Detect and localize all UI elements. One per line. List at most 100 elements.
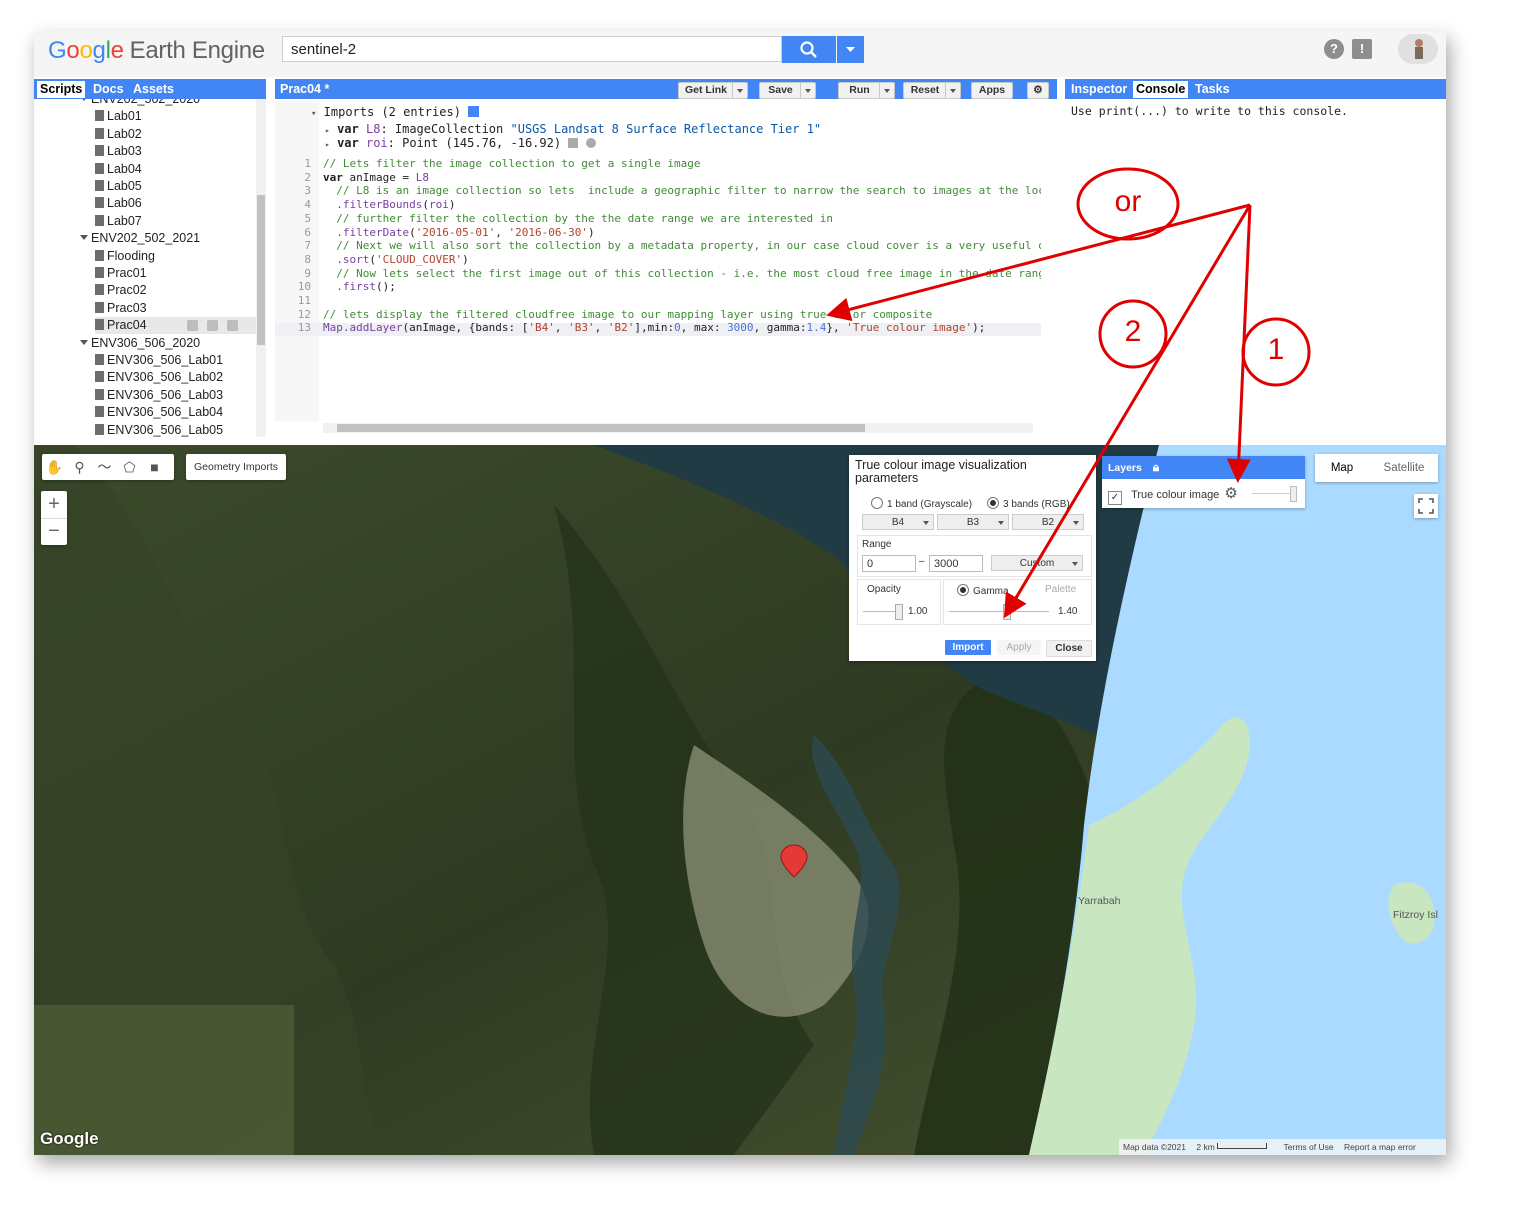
lock-icon[interactable]: 🔒︎ (1153, 460, 1159, 474)
chevron-down-icon[interactable] (879, 83, 894, 98)
gamma-slider-handle[interactable] (1003, 604, 1011, 620)
geometry-imports-button[interactable]: Geometry Imports (186, 454, 286, 480)
range-mode-select[interactable]: Custom (991, 555, 1083, 571)
fullscreen-button[interactable] (1414, 494, 1438, 518)
map-type-satellite[interactable]: Satellite (1370, 454, 1438, 482)
search-input[interactable]: sentinel-2 (282, 36, 782, 62)
app-logo[interactable]: Google Earth Engine (48, 37, 265, 65)
tree-folder[interactable]: ENV202_502_2020 (80, 99, 200, 108)
tree-scrollbar[interactable] (256, 99, 266, 437)
tree-scroll-thumb[interactable] (257, 195, 265, 345)
code-line[interactable]: .filterDate('2016-05-01', '2016-06-30') (323, 226, 1041, 239)
gamma-option[interactable]: Gamma (957, 584, 1009, 597)
rectangle-icon[interactable]: ■ (142, 454, 167, 480)
tree-file[interactable]: Lab01 (95, 108, 142, 125)
layer-checkbox[interactable]: ✓ (1108, 491, 1122, 505)
code-line[interactable]: // L8 is an image collection so lets inc… (323, 184, 1041, 197)
tab-console[interactable]: Console (1133, 81, 1189, 98)
history-icon[interactable] (187, 320, 198, 332)
import-delete-icon[interactable] (585, 138, 596, 148)
help-icon[interactable]: ? (1324, 39, 1344, 59)
tree-folder[interactable]: ENV202_502_2021 (80, 230, 200, 247)
band-green-select[interactable]: B3 (937, 514, 1009, 530)
pan-hand-icon[interactable]: ✋ (42, 454, 67, 480)
imports-header[interactable]: ▾ Imports (2 entries) (311, 105, 480, 119)
code-line[interactable]: // lets display the filtered cloudfree i… (323, 308, 1041, 321)
code-line[interactable]: // further filter the collection by the … (323, 212, 1041, 225)
gear-icon[interactable]: ⚙ (1027, 82, 1049, 99)
tree-file[interactable]: ENV306_506_Lab04 (95, 404, 223, 421)
code-line[interactable]: var anImage = L8 (323, 171, 1041, 184)
editor-hscroll-thumb[interactable] (337, 424, 865, 432)
tree-file[interactable]: Lab03 (95, 143, 142, 160)
tab-assets[interactable]: Assets (130, 81, 177, 98)
opacity-slider-handle[interactable] (895, 604, 903, 620)
range-max-input[interactable]: 3000 (929, 555, 983, 572)
tree-file[interactable]: Prac04 (95, 317, 256, 335)
imports-doc-icon[interactable] (468, 106, 480, 117)
band-red-select[interactable]: B4 (862, 514, 934, 530)
code-line[interactable]: .filterBounds(roi) (323, 198, 1041, 211)
import-roi[interactable]: ▸ var roi: Point (145.76, -16.92) (325, 136, 596, 150)
tree-file[interactable]: Lab07 (95, 213, 142, 230)
gamma-slider[interactable] (949, 611, 1049, 612)
tree-file[interactable]: ENV306_506_Lab05 (95, 422, 223, 437)
tree-folder[interactable]: ENV306_506_2020 (80, 335, 200, 352)
map-view[interactable]: ✋ ⚲ 〜 ⬠ ■ Geometry Imports + − True colour i… (34, 445, 1446, 1155)
gear-icon[interactable]: ⚙ (1224, 485, 1237, 502)
report-error-link[interactable]: Report a map error (1344, 1142, 1416, 1152)
import-l8[interactable]: ▸ var L8: ImageCollection "USGS Landsat … (325, 122, 821, 136)
code-line[interactable]: // Next we will also sort the collection… (323, 239, 1041, 252)
radio-button[interactable] (871, 497, 883, 509)
reset-button[interactable]: Reset (903, 82, 961, 99)
marker-icon[interactable]: ⚲ (67, 454, 92, 480)
layer-opacity-slider[interactable] (1252, 493, 1294, 494)
band-blue-select[interactable]: B2 (1012, 514, 1084, 530)
code-line[interactable]: Map.addLayer(anImage, {bands: ['B4', 'B3… (323, 321, 1041, 334)
tab-docs[interactable]: Docs (90, 81, 127, 98)
polygon-icon[interactable]: ⬠ (117, 454, 142, 480)
search-button[interactable] (782, 36, 836, 63)
tree-file[interactable]: ENV306_506_Lab01 (95, 352, 223, 369)
avatar[interactable] (1398, 34, 1438, 64)
tree-file[interactable]: Prac02 (95, 282, 147, 299)
chevron-down-icon[interactable] (800, 83, 815, 98)
import-button[interactable]: Import (945, 640, 991, 655)
chevron-down-icon[interactable] (945, 83, 960, 98)
run-button[interactable]: Run (838, 82, 895, 99)
tree-file[interactable]: Prac01 (95, 265, 147, 282)
edit-icon[interactable] (207, 320, 218, 332)
search-options-button[interactable] (837, 36, 864, 63)
map-type-map[interactable]: Map (1315, 454, 1369, 482)
code-area[interactable]: 1 // Lets filter the image collection to … (275, 153, 1041, 423)
mode-1band-option[interactable]: 1 band (Grayscale) (871, 497, 972, 510)
layer-opacity-handle[interactable] (1290, 486, 1297, 502)
code-line[interactable]: // Lets filter the image collection to g… (323, 157, 1041, 170)
mode-3bands-option[interactable]: 3 bands (RGB) (987, 497, 1070, 510)
tab-scripts[interactable]: Scripts (37, 81, 86, 98)
apps-button[interactable]: Apps (971, 82, 1013, 99)
tree-file[interactable]: ENV306_506_Lab02 (95, 369, 223, 386)
apply-button[interactable]: Apply (997, 640, 1041, 655)
import-edit-icon[interactable] (568, 138, 579, 148)
tree-file[interactable]: Lab02 (95, 126, 142, 143)
code-line[interactable]: .sort('CLOUD_COVER') (323, 253, 1041, 266)
tree-file[interactable]: Lab05 (95, 178, 142, 195)
palette-option[interactable]: Palette (1045, 584, 1076, 595)
zoom-out-button[interactable]: − (41, 519, 67, 545)
tree-file[interactable]: Lab04 (95, 161, 142, 178)
tree-file[interactable]: ENV306_506_Lab03 (95, 387, 223, 404)
close-button[interactable]: Close (1046, 640, 1092, 657)
save-button[interactable]: Save (759, 82, 816, 99)
chevron-down-icon[interactable] (732, 83, 747, 98)
tab-tasks[interactable]: Tasks (1192, 81, 1233, 98)
range-min-input[interactable]: 0 (862, 555, 916, 572)
delete-icon[interactable] (227, 320, 238, 332)
code-line[interactable]: // Now lets select the first image out o… (323, 267, 1041, 280)
layers-header[interactable]: Layers 🔒︎ (1102, 456, 1305, 479)
get-link-button[interactable]: Get Link (678, 82, 748, 99)
polyline-icon[interactable]: 〜 (92, 454, 117, 480)
tree-file[interactable]: Flooding (95, 248, 155, 265)
terms-link[interactable]: Terms of Use (1284, 1142, 1334, 1152)
code-line[interactable]: .first(); (323, 280, 1041, 293)
